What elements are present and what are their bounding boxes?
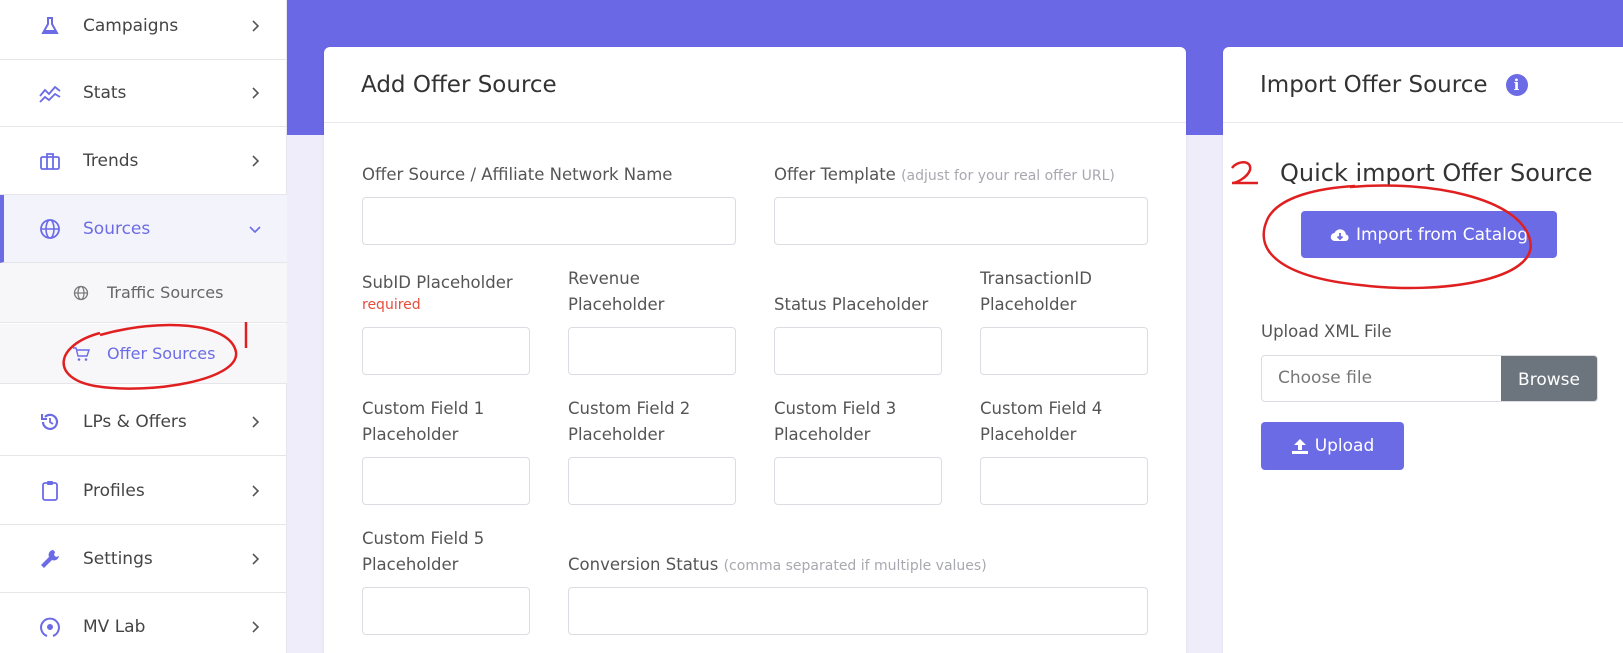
sidebar-item-sources[interactable]: Sources bbox=[0, 195, 287, 263]
import-offer-source-card: Import Offer Source i bbox=[1223, 47, 1623, 653]
globe-icon bbox=[38, 217, 62, 241]
flask-icon bbox=[38, 14, 62, 38]
history-icon bbox=[38, 410, 62, 434]
network-name-label: Offer Source / Affiliate Network Name bbox=[362, 165, 673, 184]
chart-line-icon bbox=[38, 81, 62, 105]
card-title: Add Offer Source bbox=[361, 71, 557, 98]
card-header: Add Offer Source bbox=[324, 47, 1186, 123]
file-placeholder: Choose file bbox=[1278, 368, 1373, 388]
conversion-status-hint: (comma separated if multiple values) bbox=[723, 558, 987, 574]
chevron-down-icon bbox=[249, 225, 261, 233]
required-indicator: required bbox=[362, 297, 421, 313]
custom-field-2-label: Custom Field 2 Placeholder bbox=[568, 399, 691, 444]
import-from-catalog-label: Import from Catalog bbox=[1355, 224, 1529, 245]
sidebar-item-stats[interactable]: Stats bbox=[0, 59, 287, 127]
custom-field-1-label: Custom Field 1 Placeholder bbox=[362, 399, 485, 444]
sidebar-item-lps-offers[interactable]: LPs & Offers bbox=[0, 388, 287, 456]
chevron-right-icon bbox=[252, 620, 260, 633]
network-name-input[interactable] bbox=[362, 197, 736, 245]
custom-field-3-input[interactable] bbox=[774, 457, 942, 505]
upload-icon bbox=[1291, 439, 1308, 454]
sidebar-item-label: Stats bbox=[83, 82, 127, 103]
revenue-label: Revenue Placeholder bbox=[568, 269, 665, 314]
revenue-input[interactable] bbox=[568, 327, 736, 375]
chevron-right-icon bbox=[252, 415, 260, 428]
sidebar-item-label: Trends bbox=[83, 150, 139, 171]
custom-field-5-input[interactable] bbox=[362, 587, 530, 635]
sidebar-subitem-offer-sources[interactable]: Offer Sources bbox=[0, 324, 287, 384]
subid-input[interactable] bbox=[362, 327, 530, 375]
sidebar-item-campaigns[interactable]: Campaigns bbox=[0, 0, 287, 60]
atom-icon bbox=[38, 615, 62, 639]
chevron-right-icon bbox=[252, 552, 260, 565]
sidebar-item-label: Sources bbox=[83, 218, 151, 239]
sidebar-item-settings[interactable]: Settings bbox=[0, 525, 287, 593]
custom-field-4-input[interactable] bbox=[980, 457, 1148, 505]
sidebar-item-mv-lab[interactable]: MV Lab bbox=[0, 593, 287, 653]
sidebar-subitem-traffic-sources[interactable]: Traffic Sources bbox=[0, 263, 287, 323]
offer-template-input[interactable] bbox=[774, 197, 1148, 245]
custom-field-4-label: Custom Field 4 Placeholder bbox=[980, 399, 1103, 444]
chevron-right-icon bbox=[252, 484, 260, 497]
subid-label: SubID Placeholder required bbox=[362, 270, 532, 314]
upload-xml-label: Upload XML File bbox=[1261, 322, 1392, 341]
transaction-label: TransactionID Placeholder bbox=[980, 269, 1092, 314]
custom-field-3-label: Custom Field 3 Placeholder bbox=[774, 399, 897, 444]
custom-field-2-input[interactable] bbox=[568, 457, 736, 505]
wrench-icon bbox=[38, 547, 62, 571]
quick-import-title: Quick import Offer Source bbox=[1280, 159, 1593, 187]
briefcase-icon bbox=[38, 149, 62, 173]
card-header: Import Offer Source i bbox=[1223, 47, 1623, 123]
chevron-right-icon bbox=[252, 86, 260, 99]
sidebar-item-label: MV Lab bbox=[83, 616, 146, 637]
chevron-right-icon bbox=[252, 154, 260, 167]
sidebar-item-label: LPs & Offers bbox=[83, 411, 187, 432]
sidebar-item-trends[interactable]: Trends bbox=[0, 127, 287, 195]
sidebar: Campaigns Stats Trends Sources Traffic S… bbox=[0, 0, 287, 653]
offer-template-hint: (adjust for your real offer URL) bbox=[901, 168, 1115, 184]
sidebar-item-label: Profiles bbox=[83, 480, 145, 501]
offer-template-label: Offer Template (adjust for your real off… bbox=[774, 165, 1115, 184]
sidebar-item-label: Settings bbox=[83, 548, 153, 569]
card-title: Import Offer Source bbox=[1260, 71, 1488, 98]
info-icon[interactable]: i bbox=[1505, 73, 1528, 96]
cart-icon bbox=[72, 345, 90, 363]
conversion-status-input[interactable] bbox=[568, 587, 1148, 635]
custom-field-5-label: Custom Field 5 Placeholder bbox=[362, 529, 485, 574]
cloud-download-icon bbox=[1330, 228, 1349, 241]
custom-field-1-input[interactable] bbox=[362, 457, 530, 505]
sidebar-item-profiles[interactable]: Profiles bbox=[0, 457, 287, 525]
globe-icon bbox=[72, 284, 90, 302]
import-from-catalog-button[interactable]: Import from Catalog bbox=[1301, 211, 1557, 258]
conversion-status-label: Conversion Status (comma separated if mu… bbox=[568, 555, 987, 574]
clipboard-icon bbox=[38, 479, 62, 503]
status-label: Status Placeholder bbox=[774, 295, 929, 314]
transaction-input[interactable] bbox=[980, 327, 1148, 375]
chevron-right-icon bbox=[252, 19, 260, 32]
upload-button[interactable]: Upload bbox=[1261, 422, 1404, 470]
sidebar-subitem-label: Offer Sources bbox=[107, 344, 216, 363]
browse-button[interactable]: Browse bbox=[1501, 356, 1597, 401]
upload-label: Upload bbox=[1314, 436, 1375, 456]
file-chooser[interactable]: Choose file Browse bbox=[1261, 355, 1598, 402]
sidebar-item-label: Campaigns bbox=[83, 15, 179, 36]
sidebar-subitem-label: Traffic Sources bbox=[107, 283, 224, 302]
status-input[interactable] bbox=[774, 327, 942, 375]
